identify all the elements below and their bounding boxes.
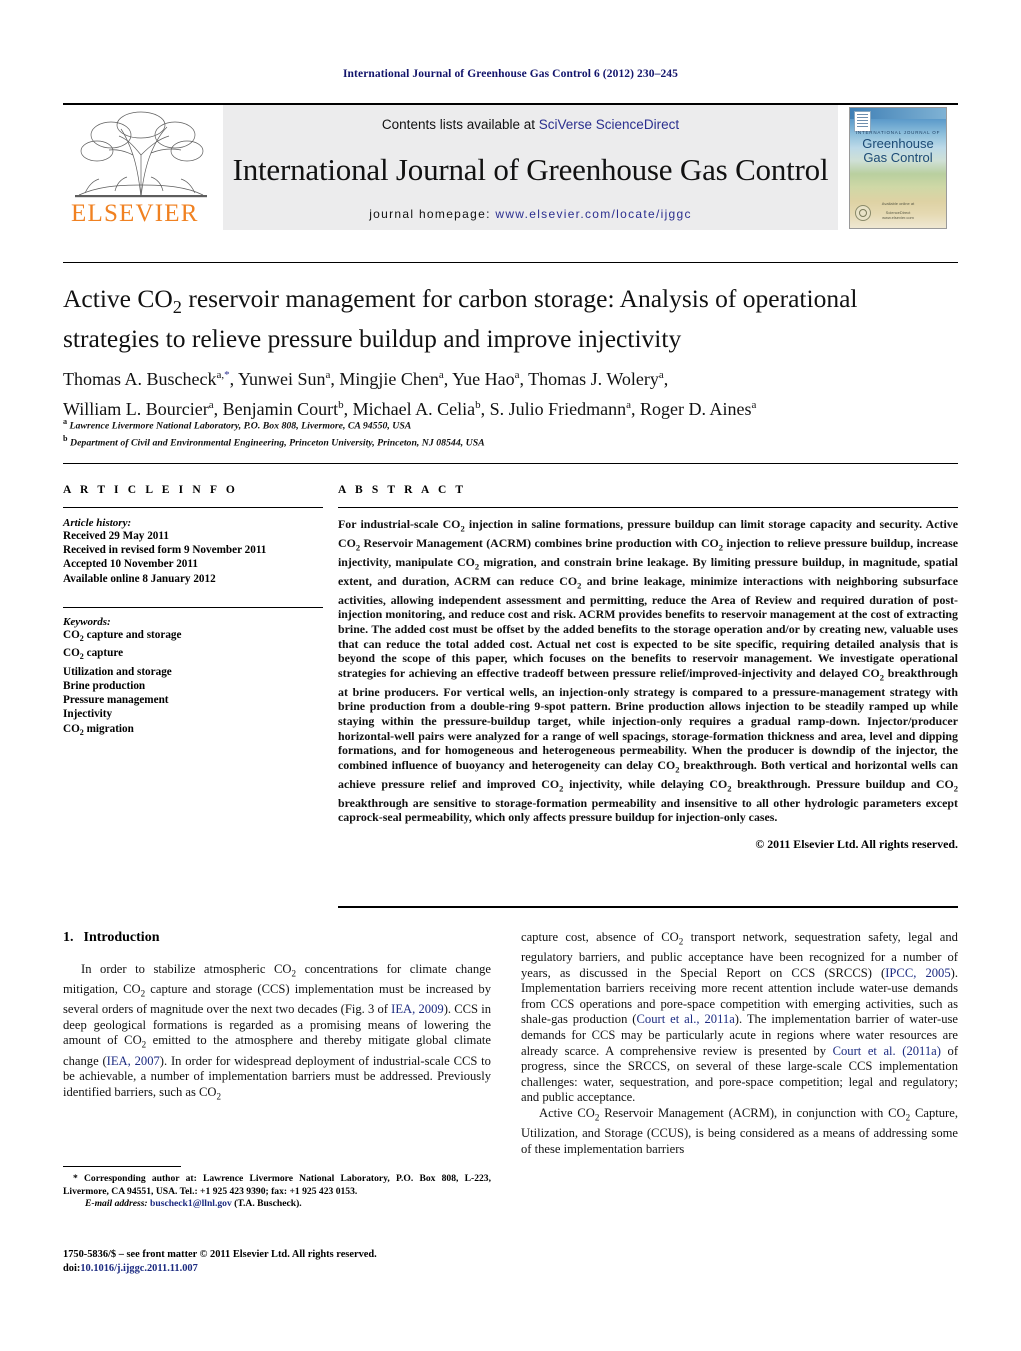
imprint-block: 1750-5836/$ – see front matter © 2011 El… bbox=[63, 1248, 491, 1275]
footnote-block: * Corresponding author at: Lawrence Live… bbox=[63, 1166, 491, 1211]
keyword-item: Utilization and storage bbox=[63, 665, 172, 678]
history-item: Received in revised form 9 November 2011 bbox=[63, 544, 267, 557]
footnote-rule bbox=[63, 1166, 181, 1167]
sciencedirect-link[interactable]: SciVerse ScienceDirect bbox=[539, 117, 679, 132]
body-column-right: capture cost, absence of CO2 transport n… bbox=[521, 930, 958, 1157]
keyword-item: CO2 capture and storage bbox=[63, 628, 182, 644]
section-number: 1. bbox=[63, 930, 74, 945]
abstract-copyright: © 2011 Elsevier Ltd. All rights reserved… bbox=[755, 836, 958, 851]
history-item: Available online 8 January 2012 bbox=[63, 572, 216, 585]
corresponding-author-text: * Corresponding author at: Lawrence Live… bbox=[63, 1173, 491, 1197]
keywords-block: Keywords: CO2 capture and storage CO2 ca… bbox=[63, 606, 323, 740]
affiliation-item: a Lawrence Livermore National Laboratory… bbox=[63, 417, 412, 432]
keywords-rule bbox=[63, 606, 323, 608]
abstract-column: A B S T R A C T For industrial-scale CO2… bbox=[338, 484, 958, 852]
intro-paragraph: capture cost, absence of CO2 transport n… bbox=[521, 930, 959, 1105]
email-owner: (T.A. Buscheck). bbox=[234, 1198, 302, 1210]
masthead-bottom-rule bbox=[63, 262, 958, 263]
author-item: Thomas A. Buschecka,* bbox=[63, 369, 230, 389]
keywords-label: Keywords: bbox=[63, 615, 111, 628]
article-info-heading: A R T I C L E I N F O bbox=[63, 484, 238, 496]
cover-kicker: INTERNATIONAL JOURNAL OF bbox=[855, 129, 941, 135]
abstract-rule bbox=[338, 507, 958, 508]
citation-link[interactable]: IPCC, 2005 bbox=[885, 966, 950, 980]
cover-imprint: ScienceDirect www.elsevier.com bbox=[850, 210, 946, 220]
front-matter-line: 1750-5836/$ – see front matter © 2011 El… bbox=[63, 1249, 377, 1260]
intro-paragraph: In order to stabilize atmospheric CO2 co… bbox=[63, 962, 492, 1102]
keyword-item: CO2 migration bbox=[63, 722, 134, 737]
homepage-url-link[interactable]: www.elsevier.com/locate/ijggc bbox=[495, 207, 691, 221]
history-item: Received 29 May 2011 bbox=[63, 530, 169, 542]
cover-name-line1: Greenhouse bbox=[862, 135, 934, 151]
journal-masthead: ELSEVIER Contents lists available at Sci… bbox=[63, 103, 958, 232]
corresponding-author-note: * Corresponding author at: Lawrence Live… bbox=[63, 1173, 491, 1198]
history-item: Accepted 10 November 2011 bbox=[63, 558, 198, 571]
cover-name-line2: Gas Control bbox=[863, 149, 933, 165]
cover-journal-name: Greenhouse Gas Control bbox=[850, 135, 946, 165]
email-label: E-mail address: bbox=[85, 1198, 148, 1210]
citation-link[interactable]: Court et al., 2011a bbox=[637, 1012, 735, 1026]
contents-prefix: Contents lists available at bbox=[381, 117, 539, 132]
page-title: Active CO2 reservoir management for carb… bbox=[63, 284, 858, 354]
email-note: E-mail address: buscheck1@llnl.gov (T.A.… bbox=[63, 1198, 491, 1211]
cover-elsevier-icon bbox=[854, 110, 871, 132]
affiliation-list: a Lawrence Livermore National Laboratory… bbox=[63, 415, 958, 450]
cover-caption: Available online at bbox=[881, 200, 915, 206]
elsevier-wordmark: ELSEVIER bbox=[71, 200, 199, 227]
section-title: Introduction bbox=[83, 930, 160, 945]
author-item: Mingjie Chena bbox=[339, 369, 444, 389]
journal-cover-container: INTERNATIONAL JOURNAL OF Greenhouse Gas … bbox=[838, 105, 958, 230]
homepage-label: journal homepage: bbox=[369, 207, 491, 221]
elsevier-logo: ELSEVIER bbox=[63, 105, 223, 230]
affiliation-item: b Department of Civil and Environmental … bbox=[63, 434, 485, 449]
article-history-label: Article history: bbox=[63, 517, 132, 529]
keyword-item: Injectivity bbox=[63, 708, 113, 721]
doi-line: doi:10.1016/j.ijggc.2011.11.007 bbox=[63, 1262, 491, 1276]
journal-homepage-line: journal homepage: www.elsevier.com/locat… bbox=[223, 207, 838, 221]
journal-cover-thumbnail: INTERNATIONAL JOURNAL OF Greenhouse Gas … bbox=[849, 106, 947, 229]
masthead-center: Contents lists available at SciVerse Sci… bbox=[223, 105, 838, 230]
contents-available-line: Contents lists available at SciVerse Sci… bbox=[223, 117, 838, 132]
abstract-text: For industrial-scale CO2 injection in sa… bbox=[338, 517, 958, 825]
citation-link[interactable]: Court et al. (2011a) bbox=[833, 1044, 941, 1058]
body-column-left: 1. Introduction In order to stabilize atm… bbox=[63, 930, 491, 1105]
section-heading-introduction: 1. Introduction bbox=[63, 930, 491, 946]
citation-link[interactable]: IEA, 2007 bbox=[107, 1054, 160, 1068]
citation-link[interactable]: IEA, 2009 bbox=[391, 1002, 444, 1016]
affiliation-text: Lawrence Livermore National Laboratory, … bbox=[69, 420, 412, 432]
keyword-item: Brine production bbox=[63, 679, 146, 692]
abstract-heading: A B S T R A C T bbox=[338, 484, 467, 496]
email-link[interactable]: buscheck1@llnl.gov bbox=[150, 1198, 232, 1209]
abstract-bottom-rule bbox=[338, 906, 958, 908]
author-item: Yue Haoa bbox=[452, 369, 520, 389]
author-list: Thomas A. Buschecka,*, Yunwei Suna, Ming… bbox=[63, 369, 757, 419]
author-item: Thomas J. Wolerya bbox=[528, 369, 664, 389]
doi-label: doi: bbox=[63, 1262, 81, 1274]
article-info-rule bbox=[63, 507, 323, 508]
affiliation-text: Department of Civil and Environmental En… bbox=[70, 437, 485, 449]
keyword-item: CO2 capture bbox=[63, 647, 124, 662]
journal-title: International Journal of Greenhouse Gas … bbox=[232, 152, 829, 187]
info-top-rule bbox=[63, 463, 958, 464]
elsevier-tree-icon bbox=[75, 111, 207, 198]
cover-imprint-line2: www.elsevier.com bbox=[882, 214, 914, 220]
intro-paragraph: Active CO2 Reservoir Management (ACRM), … bbox=[521, 1106, 958, 1156]
running-head: International Journal of Greenhouse Gas … bbox=[342, 68, 678, 80]
doi-link[interactable]: 10.1016/j.ijggc.2011.11.007 bbox=[80, 1263, 197, 1274]
keyword-item: Pressure management bbox=[63, 694, 169, 707]
paper-page: International Journal of Greenhouse Gas … bbox=[0, 0, 1021, 1351]
author-item: Yunwei Suna bbox=[237, 369, 331, 389]
article-info-column: A R T I C L E I N F O Article history: R… bbox=[63, 484, 323, 740]
